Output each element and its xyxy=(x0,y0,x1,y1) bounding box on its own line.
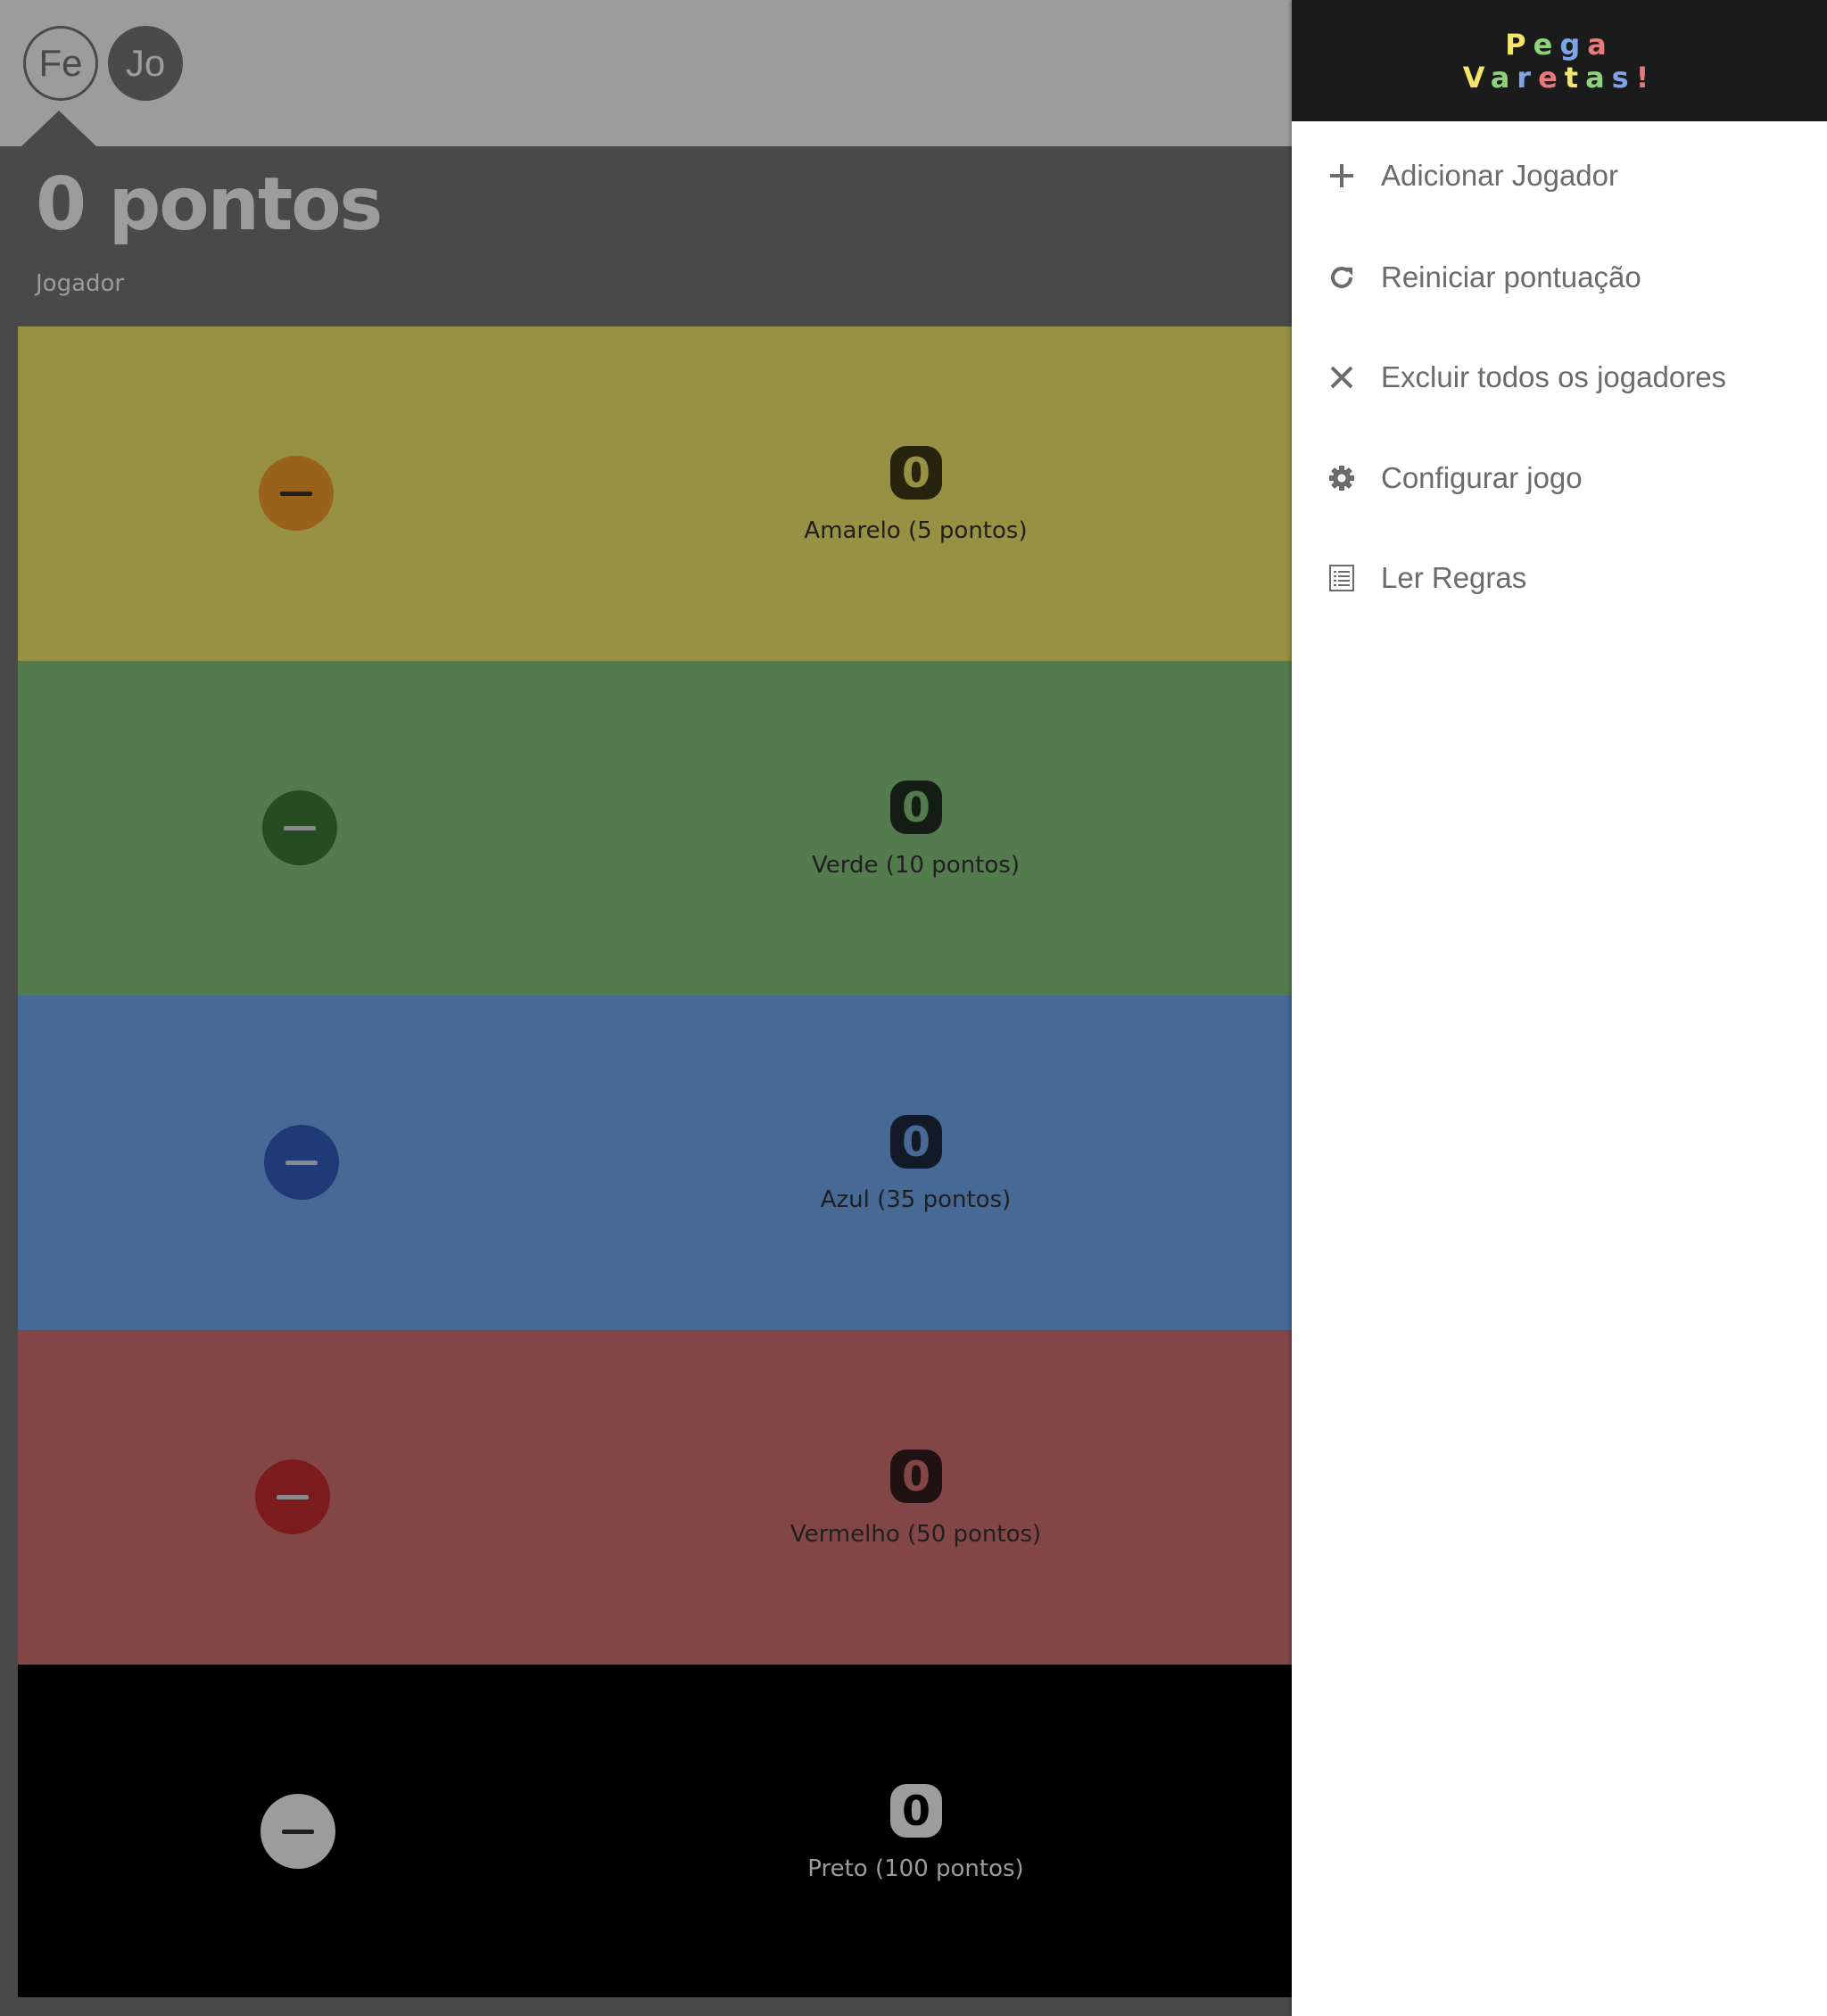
stick-row-yellow: 0 Amarelo (5 pontos) xyxy=(18,326,1292,661)
stick-count-badge: 0 xyxy=(890,446,942,500)
logo-letter: t xyxy=(1564,61,1586,95)
minus-icon xyxy=(277,1494,309,1500)
logo-letter: ! xyxy=(1635,61,1657,95)
player-score-title: 0 pontos xyxy=(36,162,383,247)
stick-row-blue: 0 Azul (35 pontos) xyxy=(18,996,1292,1330)
stick-count: 0 xyxy=(901,1118,930,1166)
stick-row-red: 0 Vermelho (50 pontos) xyxy=(18,1330,1292,1665)
logo-letter: P xyxy=(1505,28,1534,62)
logo-line-2: Varetas! xyxy=(1292,61,1827,95)
stick-count-badge: 0 xyxy=(890,1115,942,1169)
logo-letter: V xyxy=(1462,61,1491,95)
stick-count-badge: 0 xyxy=(890,1450,942,1503)
refresh-icon xyxy=(1324,260,1360,295)
logo-letter: r xyxy=(1517,61,1539,95)
minus-icon xyxy=(285,1160,318,1165)
stick-count-badge: 0 xyxy=(890,781,942,834)
stick-count-badge: 0 xyxy=(890,1784,942,1838)
menu-item-configure-game[interactable]: Configurar jogo xyxy=(1292,442,1827,514)
logo-line-1: Pega xyxy=(1292,28,1827,62)
menu-item-label: Adicionar Jogador xyxy=(1381,159,1618,192)
stick-row-green: 0 Verde (10 pontos) xyxy=(18,661,1292,996)
side-drawer: Pega Varetas! Adicionar Jogador Reinicia… xyxy=(1292,0,1827,2016)
player-tabs-bar: Fe Jo xyxy=(0,0,1292,146)
logo-letter: a xyxy=(1490,61,1517,95)
stick-row-black: 0 Preto (100 pontos) xyxy=(18,1665,1292,1997)
menu-item-add-player[interactable]: Adicionar Jogador xyxy=(1292,140,1827,211)
menu-item-label: Excluir todos os jogadores xyxy=(1381,360,1727,393)
logo-letter: e xyxy=(1538,61,1565,95)
menu-item-label: Ler Regras xyxy=(1381,561,1527,594)
menu-item-label: Configurar jogo xyxy=(1381,461,1583,494)
stick-count: 0 xyxy=(901,1452,930,1500)
gear-icon xyxy=(1324,460,1360,496)
stick-count: 0 xyxy=(901,1787,930,1835)
close-icon xyxy=(1324,359,1360,395)
logo-letter: e xyxy=(1533,28,1560,62)
logo-letter: a xyxy=(1587,28,1614,62)
stick-rows: 0 Amarelo (5 pontos) 0 Verde (10 pontos)… xyxy=(18,326,1292,1997)
minus-icon xyxy=(282,1829,314,1834)
app-logo: Pega Varetas! xyxy=(1292,0,1827,121)
minus-icon xyxy=(284,825,316,830)
plus-icon xyxy=(1324,158,1360,194)
menu-item-label: Reiniciar pontuação xyxy=(1381,260,1641,293)
stick-count: 0 xyxy=(901,783,930,831)
player-name-label: Jogador xyxy=(36,270,125,297)
minus-icon xyxy=(280,491,312,496)
stick-count: 0 xyxy=(901,449,930,497)
logo-letter: a xyxy=(1585,61,1612,95)
menu-item-reset-score[interactable]: Reiniciar pontuação xyxy=(1292,242,1827,313)
menu-item-read-rules[interactable]: Ler Regras xyxy=(1292,542,1827,614)
player-avatar-jo[interactable]: Jo xyxy=(108,26,183,101)
list-icon xyxy=(1324,560,1360,596)
logo-letter: g xyxy=(1559,28,1588,62)
logo-letter: s xyxy=(1611,61,1636,95)
menu-item-delete-players[interactable]: Excluir todos os jogadores xyxy=(1292,342,1827,413)
selected-player-indicator xyxy=(21,111,96,146)
player-avatar-fe[interactable]: Fe xyxy=(23,26,98,101)
